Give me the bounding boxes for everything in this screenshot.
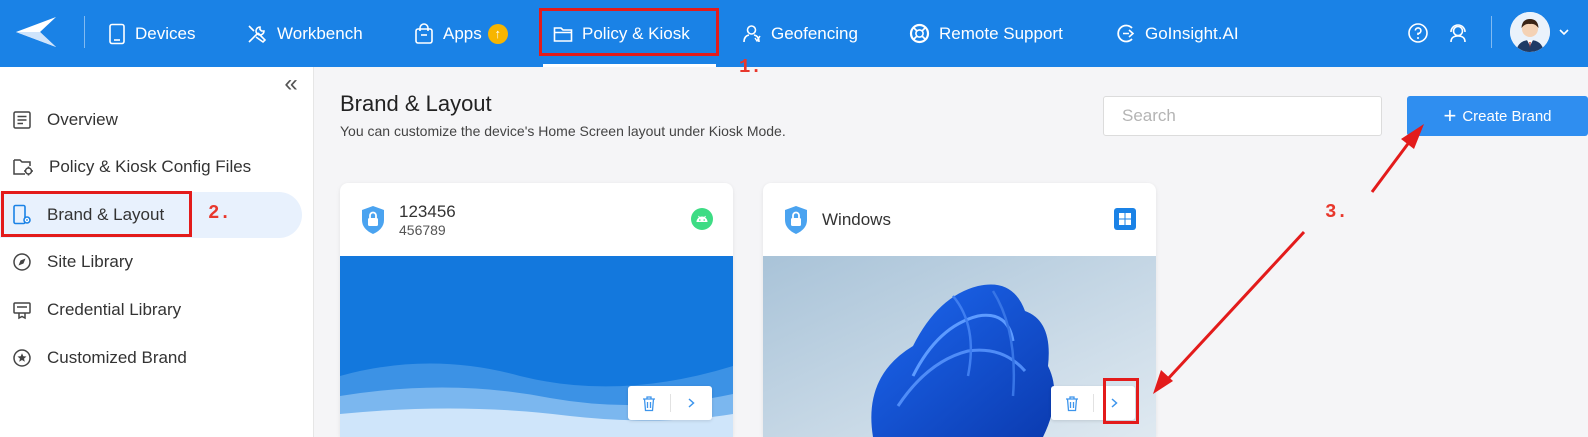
compass-icon — [13, 253, 31, 271]
active-tab-underline — [543, 64, 716, 67]
card-actions — [1051, 386, 1135, 420]
page-title: Brand & Layout — [340, 91, 492, 116]
brand-card[interactable]: Windows — [763, 183, 1156, 437]
card-subtitle: 456789 — [399, 222, 446, 238]
nav-item-remote-support[interactable]: Remote Support — [909, 0, 1063, 67]
nav-item-goinsight-ai[interactable]: GoInsight.AI — [1115, 0, 1239, 67]
annotation-arrow-to-create — [1370, 136, 1415, 193]
upgrade-badge-icon: ↑ — [487, 23, 508, 44]
sidebar-item-label: Overview — [47, 110, 118, 129]
top-navigation-bar: Devices Workbench Apps ↑ Policy & Kiosk … — [0, 0, 1588, 67]
app-logo-icon[interactable] — [14, 14, 58, 50]
phone-settings-icon — [13, 204, 31, 225]
card-title: Windows — [822, 210, 891, 229]
trash-icon — [1065, 395, 1078, 411]
annotation-arrowhead — [1153, 370, 1173, 394]
location-person-icon — [743, 25, 761, 43]
android-icon — [691, 208, 713, 230]
sidebar-item-customized-brand[interactable]: Customized Brand — [0, 335, 302, 381]
nav-label: Geofencing — [771, 23, 858, 43]
search-input[interactable] — [1103, 96, 1382, 136]
sidebar-item-label: Policy & Kiosk Config Files — [49, 157, 252, 176]
create-brand-label: Create Brand — [1462, 107, 1552, 125]
nav-label: Policy & Kiosk — [582, 23, 690, 43]
trash-icon — [642, 395, 655, 411]
sidebar-item-label: Customized Brand — [47, 348, 187, 367]
nav-item-workbench[interactable]: Workbench — [246, 0, 363, 67]
device-icon — [109, 23, 125, 44]
avatar-portrait-icon — [1510, 12, 1550, 52]
nav-label: Devices — [135, 23, 196, 43]
sidebar-item-site-library[interactable]: Site Library — [0, 239, 302, 285]
user-avatar[interactable] — [1510, 12, 1550, 52]
folder-icon — [553, 26, 573, 42]
ai-icon — [1117, 24, 1135, 43]
sidebar-item-label: Brand & Layout — [47, 205, 165, 224]
windows-icon — [1114, 208, 1136, 230]
nav-label: Apps — [443, 23, 482, 43]
nav-label: GoInsight.AI — [1145, 23, 1239, 43]
help-icon[interactable] — [1407, 22, 1429, 44]
collapse-sidebar-icon[interactable]: « — [279, 72, 303, 97]
certificate-icon — [13, 302, 31, 320]
bag-icon — [415, 22, 433, 44]
card-header: 123456 456789 — [340, 183, 733, 256]
card-actions — [628, 386, 712, 420]
star-circle-icon — [13, 349, 31, 367]
nav-label: Workbench — [277, 23, 363, 43]
nav-item-devices[interactable]: Devices — [108, 0, 195, 67]
support-agent-icon[interactable] — [1447, 22, 1469, 44]
nav-label: Remote Support — [939, 23, 1063, 43]
delete-button[interactable] — [1051, 386, 1093, 420]
nav-separator — [84, 16, 85, 48]
annotation-step-3: 3. — [1325, 201, 1348, 223]
chevron-right-icon — [1111, 398, 1118, 408]
open-details-button[interactable] — [1093, 386, 1135, 420]
lifebuoy-icon — [909, 23, 930, 44]
sidebar: « Overview Policy & Kiosk Config Files B… — [0, 67, 314, 437]
sidebar-item-credential-library[interactable]: Credential Library — [0, 287, 302, 333]
document-list-icon — [13, 111, 31, 129]
nav-item-apps[interactable]: Apps ↑ — [414, 0, 508, 67]
sidebar-item-label: Credential Library — [47, 300, 182, 319]
tools-icon — [248, 24, 267, 43]
brand-card[interactable]: 123456 456789 — [340, 183, 733, 437]
nav-item-policy-kiosk[interactable]: Policy & Kiosk — [543, 0, 716, 67]
page-subtitle: You can customize the device's Home Scre… — [340, 123, 786, 139]
sidebar-item-brand-layout[interactable]: Brand & Layout — [0, 192, 302, 238]
sidebar-item-overview[interactable]: Overview — [0, 97, 302, 143]
sidebar-item-config-files[interactable]: Policy & Kiosk Config Files — [0, 144, 302, 190]
annotation-arrow-to-details — [1164, 230, 1306, 383]
lock-shield-icon — [362, 206, 384, 234]
plus-icon: + — [1443, 103, 1457, 128]
lock-shield-icon — [785, 206, 807, 234]
open-details-button[interactable] — [670, 386, 712, 420]
nav-separator — [1491, 16, 1492, 48]
chevron-right-icon — [688, 398, 695, 408]
folder-settings-icon — [13, 159, 33, 176]
nav-item-geofencing[interactable]: Geofencing — [741, 0, 858, 67]
create-brand-button[interactable]: + Create Brand — [1407, 96, 1588, 136]
chevron-down-icon[interactable] — [1557, 25, 1571, 39]
card-header: Windows — [763, 183, 1156, 256]
card-title: 123456 — [399, 202, 456, 221]
sidebar-item-label: Site Library — [47, 252, 133, 271]
delete-button[interactable] — [628, 386, 670, 420]
